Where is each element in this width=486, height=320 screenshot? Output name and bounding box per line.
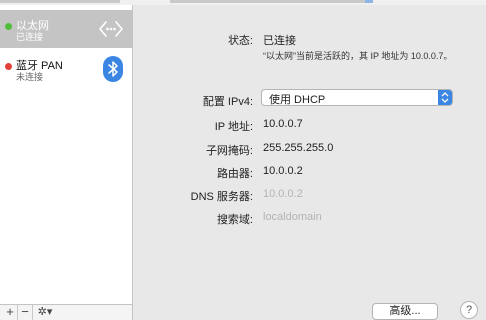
- bluetooth-icon: [103, 56, 123, 82]
- status-label: 状态:: [227, 35, 253, 47]
- dns-server-value[interactable]: 10.0.0.2: [263, 188, 303, 200]
- ip-address-label: IP 地址:: [214, 121, 253, 133]
- search-domains-label: 搜索域:: [216, 214, 253, 226]
- subnet-mask-value: 255.255.255.0: [263, 142, 334, 154]
- service-item-bluetooth-pan[interactable]: 蓝牙 PAN 未连接: [0, 50, 132, 88]
- service-status: 已连接: [16, 32, 44, 42]
- ethernet-icon: [98, 18, 124, 40]
- advanced-button[interactable]: 高级...: [372, 303, 438, 320]
- dns-server-label: DNS 服务器:: [190, 191, 253, 203]
- toolbar-edge: [170, 0, 365, 3]
- toolbar-edge-accent: [365, 0, 373, 3]
- router-value: 10.0.0.2: [263, 165, 303, 177]
- router-label: 路由器:: [216, 168, 253, 180]
- status-note: “以太网”当前是活跃的，其 IP 地址为 10.0.0.7。: [263, 51, 453, 61]
- help-button[interactable]: ?: [460, 301, 478, 319]
- status-value: 已连接: [263, 35, 296, 47]
- service-status: 未连接: [16, 72, 44, 82]
- service-item-ethernet[interactable]: 以太网 已连接: [0, 10, 132, 48]
- subnet-mask-label: 子网掩码:: [205, 145, 253, 157]
- configure-ipv4-select[interactable]: 使用 DHCP: [261, 89, 453, 106]
- service-list: 以太网 已连接 蓝牙 PAN 未连接: [0, 5, 133, 304]
- configure-ipv4-label: 配置 IPv4:: [202, 96, 253, 108]
- service-detail-pane: 状态: 已连接 “以太网”当前是活跃的，其 IP 地址为 10.0.0.7。 配…: [133, 5, 486, 320]
- toolbar-edge: [0, 0, 120, 3]
- configure-ipv4-value: 使用 DHCP: [269, 94, 326, 106]
- gear-menu-button[interactable]: ✲▾: [34, 305, 56, 320]
- search-domains-value[interactable]: localdomain: [263, 211, 322, 223]
- remove-service-button[interactable]: −: [18, 305, 33, 320]
- add-service-button[interactable]: +: [3, 305, 18, 320]
- status-dot-connected: [5, 23, 12, 30]
- status-dot-disconnected: [5, 63, 12, 70]
- ip-address-value: 10.0.0.7: [263, 118, 303, 130]
- service-list-toolbar: + − ✲▾: [0, 304, 133, 320]
- chevron-updown-icon: [438, 90, 452, 105]
